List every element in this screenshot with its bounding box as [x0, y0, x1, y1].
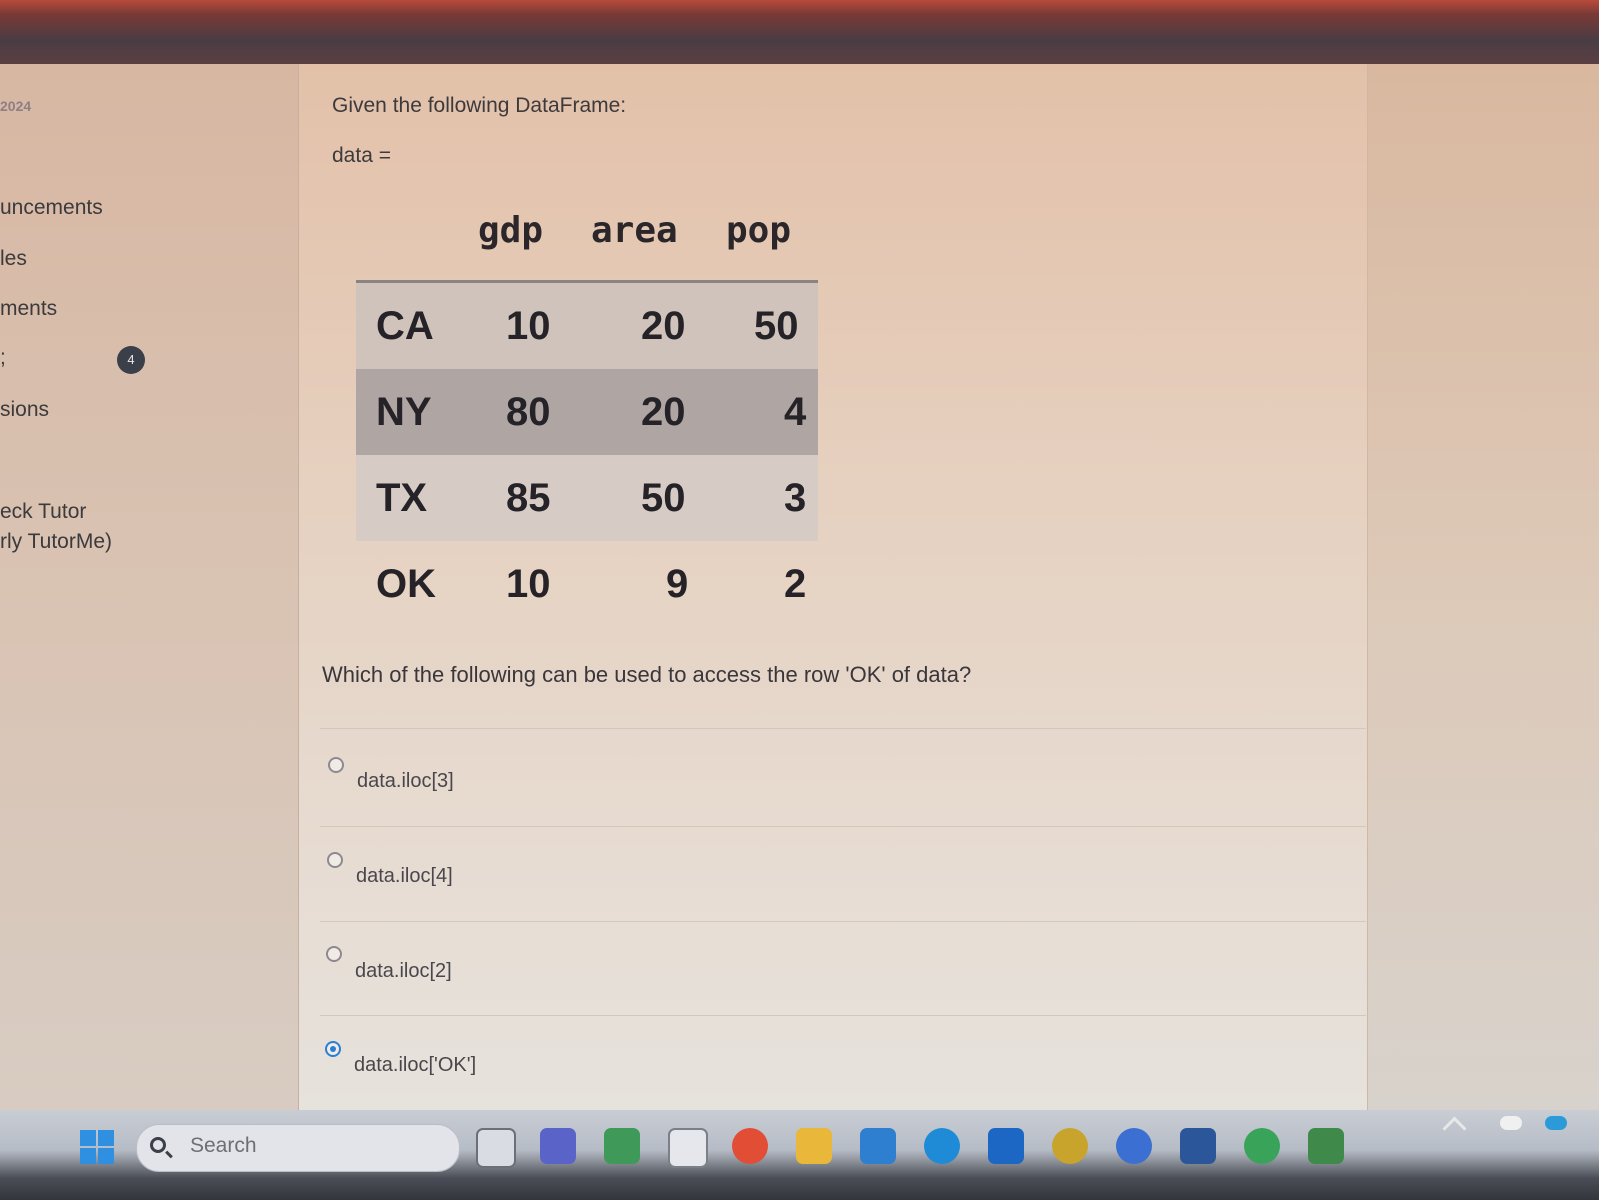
calendar-icon[interactable]	[668, 1128, 708, 1168]
df-cell-gdp: 10	[506, 562, 551, 606]
df-row: NY 80 20 4	[356, 369, 818, 455]
df-row: TX 85 50 3	[356, 455, 818, 541]
file-explorer-icon[interactable]	[476, 1128, 516, 1168]
df-cell-gdp: 80	[506, 390, 551, 434]
folder-icon[interactable]	[796, 1128, 832, 1164]
edge-icon[interactable]	[924, 1128, 960, 1164]
df-cell-gdp: 10	[506, 304, 551, 348]
sidebar-item-quizzes[interactable]: ;	[0, 346, 6, 370]
answer-divider	[320, 921, 1366, 922]
df-cell-area: 9	[666, 562, 689, 606]
chrome-profile-icon[interactable]	[1244, 1128, 1280, 1164]
df-cell-pop: 3	[784, 476, 807, 520]
answer-radio[interactable]	[326, 946, 342, 962]
answer-divider	[320, 1015, 1366, 1016]
sidebar-term-label: 2024	[0, 98, 32, 114]
answer-divider	[320, 826, 1366, 827]
sidebar-item-modules[interactable]: les	[0, 247, 27, 271]
sidebar-item-tutor[interactable]: eck Tutor	[0, 500, 86, 524]
sidebar-item-announcements[interactable]: uncements	[0, 196, 103, 220]
course-sidebar	[0, 64, 299, 1110]
df-row: OK 10 9 2	[356, 541, 818, 627]
df-cell-area: 50	[641, 476, 686, 520]
answer-option-label[interactable]: data.iloc[2]	[355, 960, 452, 983]
app-icon[interactable]	[1052, 1128, 1088, 1164]
df-row: CA 10 20 50	[356, 283, 818, 369]
browser-topbar	[0, 0, 1599, 64]
windows-start-icon[interactable]	[80, 1130, 116, 1166]
answer-radio-selected[interactable]	[325, 1041, 341, 1057]
chrome-icon[interactable]	[732, 1128, 768, 1164]
answer-option-label[interactable]: data.iloc['OK']	[354, 1054, 476, 1077]
answer-option-label[interactable]: data.iloc[3]	[357, 770, 454, 793]
sidebar-count-badge: 4	[117, 346, 145, 374]
df-column-gdp: gdp	[478, 210, 544, 251]
sidebar-item-tutor-sub: rly TutorMe)	[0, 530, 113, 553]
answers-divider	[320, 728, 1366, 729]
search-icon	[150, 1137, 166, 1153]
df-cell-pop: 4	[784, 390, 807, 434]
answer-radio[interactable]	[327, 852, 343, 868]
cloud-icon[interactable]	[1500, 1116, 1522, 1130]
mail-icon[interactable]	[860, 1128, 896, 1164]
dataframe-assignment: data =	[332, 144, 391, 167]
taskbar-search-box[interactable]	[136, 1124, 460, 1172]
question-intro: Given the following DataFrame:	[332, 94, 627, 117]
answer-radio[interactable]	[328, 757, 344, 773]
sidebar-item-discussions[interactable]: sions	[0, 398, 49, 422]
df-column-pop: pop	[726, 210, 792, 251]
right-column	[1367, 64, 1599, 1110]
dropbox-icon[interactable]	[988, 1128, 1024, 1164]
answer-option-label[interactable]: data.iloc[4]	[356, 865, 453, 888]
sidebar-item-assignments[interactable]: ments	[0, 297, 57, 321]
taskbar-search-placeholder[interactable]: Search	[190, 1134, 257, 1158]
df-cell-pop: 50	[754, 304, 799, 348]
df-cell-pop: 2	[784, 562, 807, 606]
df-index-cell: TX	[376, 476, 428, 520]
onedrive-icon[interactable]	[1545, 1116, 1567, 1130]
question-prompt: Which of the following can be used to ac…	[322, 662, 972, 687]
word-icon[interactable]	[1180, 1128, 1216, 1164]
df-index-cell: CA	[376, 304, 434, 348]
df-index-cell: OK	[376, 562, 436, 606]
cc-icon[interactable]	[1116, 1128, 1152, 1164]
spreadsheet-icon[interactable]	[1308, 1128, 1344, 1164]
df-index-cell: NY	[376, 390, 432, 434]
df-cell-area: 20	[641, 390, 686, 434]
meet-icon[interactable]	[604, 1128, 640, 1164]
df-column-area: area	[591, 210, 678, 251]
df-cell-area: 20	[641, 304, 686, 348]
df-cell-gdp: 85	[506, 476, 551, 520]
teams-icon[interactable]	[540, 1128, 576, 1164]
